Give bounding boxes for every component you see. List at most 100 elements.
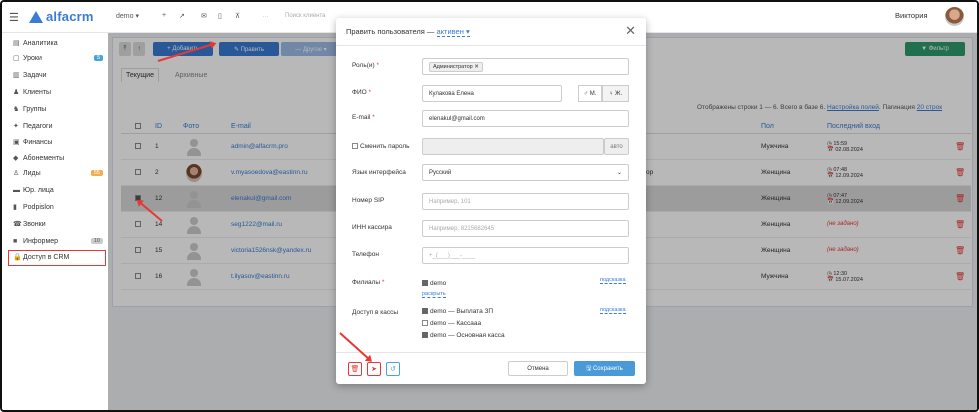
roles-label: Роль(и) * <box>352 62 380 69</box>
sidebar-item-leads[interactable]: ♙ Лиды 55 <box>13 170 103 177</box>
cashbox-checkbox[interactable] <box>422 332 428 339</box>
chevron-down-icon: ⌄ <box>616 170 622 176</box>
sidebar-item-label: Юр. лица <box>23 187 54 194</box>
role-chip[interactable]: Администратор ✕ <box>429 61 483 72</box>
fio-input[interactable]: Кулакова Елена <box>422 85 562 102</box>
user-name[interactable]: Виктория <box>895 11 928 20</box>
cashbox-label-text: demo — Кассааа <box>430 320 482 327</box>
logo-icon <box>29 10 43 23</box>
password-input <box>422 138 604 155</box>
divider <box>336 352 646 353</box>
password-auto-button: авто <box>604 138 629 155</box>
phone-icon[interactable]: ▯ <box>218 12 222 20</box>
sidebar-item-lessons[interactable]: ▢ Уроки 5 <box>13 55 103 62</box>
cashbox-checkbox[interactable] <box>422 308 428 315</box>
informer-icon: ■ <box>13 237 18 245</box>
plus-icon[interactable]: + <box>162 12 166 19</box>
fio-label: ФИО * <box>352 89 372 96</box>
sidebar-item-legal[interactable]: ▬ Юр. лица <box>13 187 103 195</box>
sidebar-item-tasks[interactable]: ▥ Задачи <box>13 71 103 80</box>
sidebar-item-label: Podpislon <box>23 204 54 211</box>
cashbox-hint-link[interactable]: подсказка <box>600 307 626 314</box>
lead-icon: ♙ <box>13 169 20 177</box>
label-text: E-mail <box>352 114 371 121</box>
sidebar: ▤ Аналитика ▢ Уроки 5 ▥ Задачи ♟ Клиенты ♞ Гру… <box>2 33 108 410</box>
sidebar-item-finance[interactable]: ▣ Финансы <box>13 138 103 147</box>
client-icon: ♟ <box>13 88 20 96</box>
close-icon[interactable]: ✕ <box>625 23 636 39</box>
sidebar-item-label: Звонки <box>23 221 46 228</box>
cashbox-checkbox[interactable] <box>422 320 428 327</box>
cashbox-label-text: demo — Основная касса <box>430 332 505 339</box>
sidebar-item-calls[interactable]: ☎ Звонки <box>13 221 103 229</box>
branch-label: demo <box>430 280 447 287</box>
gender-male-button[interactable]: ♂ М. <box>578 85 602 102</box>
phone-input[interactable]: +_(___)___-____ <box>422 247 629 264</box>
cart-icon[interactable]: ⊼ <box>235 12 240 20</box>
branches-hint-link[interactable]: подсказка <box>600 277 626 284</box>
divider <box>336 45 646 46</box>
search-input[interactable]: Поиск клиента <box>285 13 326 19</box>
menu-icon[interactable]: ☰ <box>9 11 19 24</box>
avatar[interactable] <box>945 7 964 26</box>
change-password-label[interactable]: Сменить пароль <box>352 143 410 150</box>
sidebar-item-label: Педагоги <box>23 123 53 130</box>
pin-icon[interactable]: ↗ <box>179 12 185 20</box>
sip-label: Номер SIP <box>352 197 385 204</box>
cashbox-option[interactable]: demo — Основная касса <box>422 332 505 339</box>
sidebar-item-label: Финансы <box>23 139 53 146</box>
history-icon: ↺ <box>390 366 396 373</box>
roles-field[interactable]: Администратор ✕ <box>422 58 629 75</box>
history-button[interactable]: ↺ <box>386 362 400 376</box>
app-window: ☰ alfacrm demo ▾ + ↗ ✉ ▯ ⊼ … Поиск клиен… <box>0 0 979 412</box>
sidebar-item-teachers[interactable]: ✦ Педагоги <box>13 122 103 131</box>
inn-input[interactable]: Например, 8215682645 <box>422 220 629 237</box>
sidebar-item-label: Аналитика <box>23 40 58 47</box>
logo-text: alfacrm <box>46 9 94 24</box>
label-text: Сменить пароль <box>360 143 410 150</box>
cashbox-option[interactable]: demo — Выплата ЗП <box>422 308 493 315</box>
language-value: Русский <box>429 169 452 176</box>
label-text: Роль(и) <box>352 62 375 69</box>
sidebar-item-groups[interactable]: ♞ Группы <box>13 106 103 114</box>
status-dropdown[interactable]: активен ▾ <box>436 27 470 37</box>
email-field[interactable]: elenakul@gmail.com <box>422 110 629 127</box>
trash-icon: 🗑 <box>350 366 360 373</box>
calendar-icon: ▢ <box>13 54 20 62</box>
cashbox-label-text: demo — Выплата ЗП <box>430 308 494 315</box>
sidebar-item-label: Задачи <box>23 72 47 79</box>
sidebar-item-label: Информер <box>23 238 59 245</box>
label-text: ФИО <box>352 89 367 96</box>
sidebar-item-subscriptions[interactable]: ◆ Абонементы <box>13 155 103 163</box>
mail-icon[interactable]: ✉ <box>201 12 207 20</box>
finance-icon: ▣ <box>13 138 20 146</box>
sidebar-badge: 55 <box>90 170 103 176</box>
save-button[interactable]: 🖫 Сохранить <box>574 361 635 376</box>
cashbox-option[interactable]: demo — Кассааа <box>422 320 481 327</box>
chart-icon: ▤ <box>13 39 20 47</box>
gender-female-button[interactable]: ♀ Ж. <box>602 85 629 102</box>
modal-title: Править пользователя — активен ▾ <box>346 27 470 37</box>
branch-option[interactable]: demo <box>422 280 446 287</box>
sidebar-item-label: Уроки <box>23 55 42 62</box>
sidebar-item-label: Группы <box>23 106 47 113</box>
branch-checkbox[interactable] <box>422 280 428 287</box>
sidebar-item-analytics[interactable]: ▤ Аналитика <box>13 39 103 48</box>
sidebar-item-clients[interactable]: ♟ Клиенты <box>13 88 103 97</box>
expand-link[interactable]: раскрыть <box>422 291 446 298</box>
tasks-icon: ▥ <box>13 71 20 79</box>
change-password-checkbox[interactable] <box>352 143 358 150</box>
delete-button[interactable]: 🗑 <box>348 362 362 376</box>
sidebar-item-informer[interactable]: ■ Информер 10 <box>13 238 103 245</box>
sip-input[interactable]: Например, 101 <box>422 193 629 210</box>
logo[interactable]: alfacrm <box>29 9 94 24</box>
language-select[interactable]: Русский ⌄ <box>422 164 629 181</box>
sidebar-item-podpislon[interactable]: ▮ Podpislon <box>13 203 103 212</box>
cancel-button[interactable]: Отмена <box>508 361 568 376</box>
language-label: Язык интерфейса <box>352 169 406 176</box>
label-text: Филиалы <box>352 279 381 286</box>
teacher-icon: ✦ <box>13 122 19 130</box>
branch-selector[interactable]: demo ▾ <box>116 12 139 20</box>
modal-title-text: Править пользователя <box>346 27 425 36</box>
document-icon: ▮ <box>13 203 17 211</box>
